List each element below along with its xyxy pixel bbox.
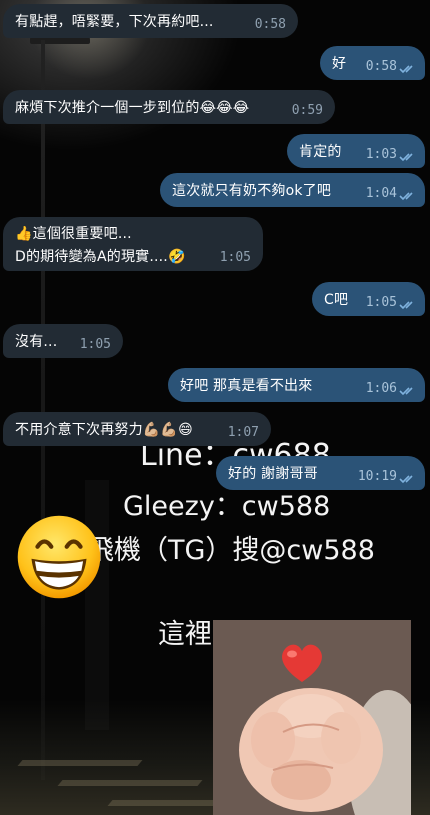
message-outgoing[interactable]: 肯定的 1:03 <box>287 134 425 168</box>
double-check-icon <box>399 65 413 74</box>
message-outgoing[interactable]: 好吧 那真是看不出來 1:06 <box>168 368 425 402</box>
message-text: 不用介意下次再努力💪🏼💪🏼😄 <box>15 422 193 438</box>
message-text: 麻煩下次推介一個一步到位的😂😂😂 <box>15 100 250 116</box>
message-time: 1:05 <box>219 250 251 265</box>
wallpaper-text-telegram: 飛機（TG）搜@cw588 <box>87 535 375 566</box>
message-time: 0:58 <box>254 17 286 32</box>
message-incoming[interactable]: 有點趕，唔緊要，下次再約吧... 0:58 <box>3 4 298 38</box>
message-text: C吧 <box>324 292 349 308</box>
grinning-face-icon[interactable] <box>16 514 102 600</box>
message-outgoing[interactable]: 好 0:58 <box>320 46 425 80</box>
message-time: 0:59 <box>291 103 323 118</box>
message-text: 肯定的 <box>299 144 342 160</box>
message-time: 1:06 <box>365 381 397 396</box>
message-text: 好的 謝謝哥哥 <box>228 466 318 482</box>
baby-hand-photo[interactable] <box>213 620 411 815</box>
message-time: 10:19 <box>357 469 397 484</box>
double-check-icon <box>399 153 413 162</box>
message-time: 1:07 <box>227 425 259 440</box>
message-text: 好 <box>332 56 347 72</box>
message-incoming[interactable]: 沒有... 1:05 <box>3 324 123 358</box>
message-text: 有點趕，唔緊要，下次再約吧... <box>15 14 214 30</box>
message-text: 好吧 那真是看不出來 <box>180 378 313 394</box>
message-incoming[interactable]: 👍這個很重要吧... D的期待變為A的現實....🤣 1:05 <box>3 217 263 271</box>
double-check-icon <box>399 387 413 396</box>
message-text-line1: 👍這個很重要吧... <box>15 226 132 242</box>
double-check-icon <box>399 192 413 201</box>
message-time: 1:05 <box>365 295 397 310</box>
double-check-icon <box>399 301 413 310</box>
message-text: 這次就只有奶不夠ok了吧 <box>172 183 332 199</box>
message-text-line2: D的期待變為A的現實....🤣 <box>15 249 186 265</box>
message-outgoing[interactable]: C吧 1:05 <box>312 282 425 316</box>
double-check-icon <box>399 475 413 484</box>
message-time: 1:05 <box>79 337 111 352</box>
message-time: 1:03 <box>365 147 397 162</box>
message-outgoing[interactable]: 好的 謝謝哥哥 10:19 <box>216 456 425 490</box>
chat-screen: Line：cw688 Gleezy：cw588 飛機（TG）搜@cw588 這裡… <box>0 0 430 815</box>
message-text: 沒有... <box>15 334 58 350</box>
street-lamp-pole <box>41 40 45 780</box>
message-incoming[interactable]: 不用介意下次再努力💪🏼💪🏼😄 1:07 <box>3 412 271 446</box>
message-time: 0:58 <box>365 59 397 74</box>
message-incoming[interactable]: 麻煩下次推介一個一步到位的😂😂😂 0:59 <box>3 90 335 124</box>
red-heart-icon <box>282 644 322 682</box>
message-outgoing[interactable]: 這次就只有奶不夠ok了吧 1:04 <box>160 173 425 207</box>
message-time: 1:04 <box>365 186 397 201</box>
